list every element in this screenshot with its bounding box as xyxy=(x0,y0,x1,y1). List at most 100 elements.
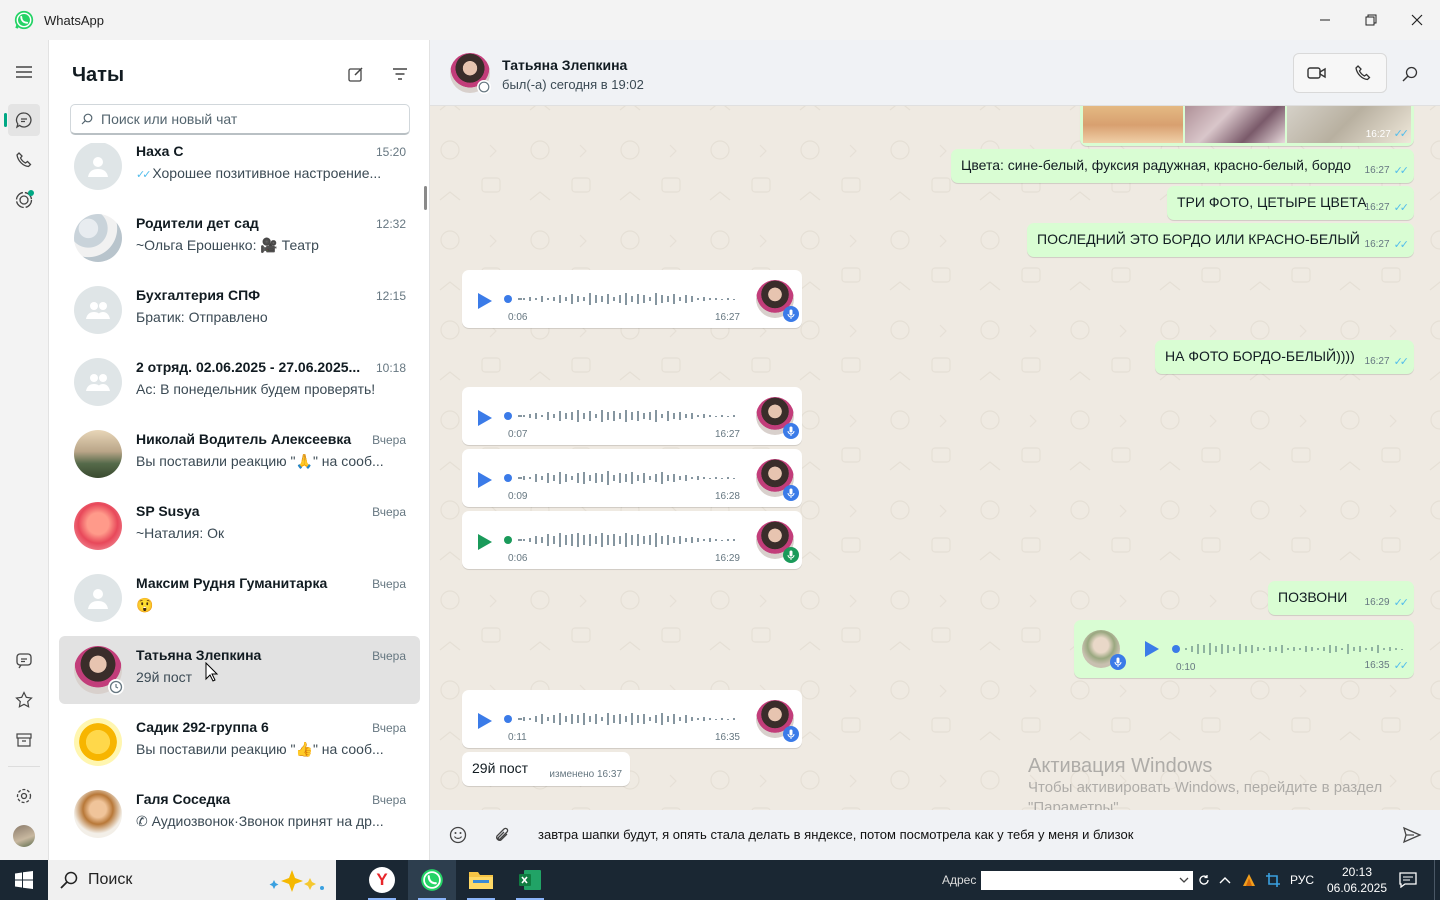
chat-item[interactable]: Родители дет сад 12:32 ~Ольга Ерошенко: … xyxy=(59,204,420,272)
chat-item[interactable]: Галя Соседка Вчера ✆ Аудиозвонок·Звонок … xyxy=(59,780,420,848)
chat-item[interactable]: SP Susya Вчера ~Наталия: Ок xyxy=(59,492,420,560)
chat-time: 15:20 xyxy=(375,145,406,159)
archive-tab[interactable] xyxy=(8,724,40,756)
chat-item[interactable]: Николай Водитель Алексеевка Вчера Вы пос… xyxy=(59,420,420,488)
show-desktop-button[interactable] xyxy=(1434,860,1435,900)
chat-item[interactable]: Бухгалтерия СПФ 12:15 Братик: Отправлено xyxy=(59,276,420,344)
message-out[interactable]: ПОЗВОНИ 16:29 ✓✓ xyxy=(1268,581,1414,615)
chat-time: 10:18 xyxy=(375,361,406,375)
voice-message-in[interactable]: 0:11 16:35 xyxy=(462,690,802,748)
tray-app-button[interactable] xyxy=(1238,860,1260,900)
taskbar-clock[interactable]: 20:13 06.06.2025 xyxy=(1318,864,1396,896)
profile-button[interactable] xyxy=(8,820,40,852)
video-camera-icon xyxy=(1307,67,1326,79)
app-title: WhatsApp xyxy=(44,13,104,28)
refresh-button[interactable] xyxy=(1195,860,1213,900)
message-in[interactable]: 29й пост изменено 16:37 xyxy=(462,752,630,786)
close-button[interactable] xyxy=(1394,0,1440,40)
address-toolbar-input[interactable] xyxy=(981,871,1193,890)
message-time: 16:27 xyxy=(1364,165,1390,176)
status-tab[interactable] xyxy=(8,184,40,216)
play-icon[interactable] xyxy=(476,711,494,731)
waveform[interactable] xyxy=(504,709,744,729)
phone-icon xyxy=(1355,65,1371,81)
tray-overflow-button[interactable] xyxy=(1214,860,1236,900)
filter-button[interactable] xyxy=(388,62,412,86)
taskbar-yandex[interactable]: Y xyxy=(358,860,406,900)
new-chat-button[interactable] xyxy=(344,62,368,86)
chat-time: Вчера xyxy=(372,577,406,591)
message-input[interactable]: завтра шапки будут, я опять стала делать… xyxy=(538,827,1133,842)
voice-message-in[interactable]: 0:09 16:28 xyxy=(462,449,802,507)
voice-call-button[interactable] xyxy=(1340,54,1386,92)
close-icon xyxy=(1411,14,1423,26)
person-placeholder-icon xyxy=(88,157,108,177)
chat-preview-text: Хорошее позитивное настроение... xyxy=(152,165,382,181)
calls-tab[interactable] xyxy=(8,144,40,176)
group-photo-avatar xyxy=(74,214,122,262)
taskbar-whatsapp[interactable] xyxy=(408,860,456,900)
message-out[interactable]: ТРИ ФОТО, ЦЕТЫРЕ ЦВЕТА 16:27 ✓✓ xyxy=(1167,186,1414,220)
call-icon: ✆ xyxy=(136,813,148,829)
chat-name: Николай Водитель Алексеевка xyxy=(136,431,352,447)
message-out[interactable]: Цвета: сине-белый, фуксия радужная, крас… xyxy=(951,149,1414,183)
starred-tab[interactable] xyxy=(8,684,40,716)
chats-tab[interactable] xyxy=(4,104,40,136)
chat-preview: Вы поставили реакцию "🙏" на сооб... xyxy=(136,453,384,469)
send-button[interactable] xyxy=(1400,823,1424,847)
waveform[interactable] xyxy=(504,468,744,488)
message-out[interactable]: НА ФОТО БОРДО-БЕЛЫЙ)))) 16:27 ✓✓ xyxy=(1155,340,1414,374)
read-ticks-icon: ✓✓ xyxy=(1393,356,1410,368)
message-meta: 16:29 ✓✓ xyxy=(1365,596,1410,609)
tray-crop-button[interactable] xyxy=(1262,860,1284,900)
conversation-header: Татьяна Злепкина был(-а) сегодня в 19:02 xyxy=(430,40,1440,106)
chat-item-selected[interactable]: Татьяна Злепкина Вчера 29й пост xyxy=(59,636,420,704)
message-out[interactable]: ПОСЛЕДНИЙ ЭТО БОРДО ИЛИ КРАСНО-БЕЛЫЙ 16:2… xyxy=(1027,223,1414,257)
chat-time: Вчера xyxy=(372,649,406,663)
emoji-button[interactable] xyxy=(446,823,470,847)
waveform[interactable] xyxy=(504,530,744,550)
taskbar-excel[interactable] xyxy=(506,860,554,900)
minimize-button[interactable] xyxy=(1302,0,1348,40)
waveform[interactable] xyxy=(504,289,744,309)
notifications-button[interactable] xyxy=(1394,860,1422,900)
maximize-button[interactable] xyxy=(1348,0,1394,40)
settings-button[interactable] xyxy=(8,780,40,812)
chat-item[interactable]: Садик 292-группа 6 Вчера Вы поставили ре… xyxy=(59,708,420,776)
menu-icon xyxy=(16,66,32,78)
archive-icon xyxy=(16,733,32,747)
whatsapp-icon xyxy=(421,869,443,891)
waveform[interactable] xyxy=(504,406,744,426)
chat-item[interactable]: Наха С 15:20 ✓✓ Хорошее позитивное настр… xyxy=(59,143,420,200)
read-ticks-icon: ✓✓ xyxy=(1393,239,1410,251)
search-box[interactable] xyxy=(70,104,410,135)
attach-button[interactable] xyxy=(490,823,514,847)
voice-message-in-played[interactable]: 0:06 16:29 xyxy=(462,511,802,569)
waveform[interactable] xyxy=(1172,639,1408,659)
language-indicator[interactable]: РУС xyxy=(1287,860,1317,900)
play-icon[interactable] xyxy=(476,532,494,552)
video-call-button[interactable] xyxy=(1294,54,1340,92)
chat-item[interactable]: Максим Рудня Гуманитарка Вчера 😲 xyxy=(59,564,420,632)
read-ticks-icon: ✓✓ xyxy=(1393,202,1410,214)
taskbar-explorer[interactable] xyxy=(457,860,505,900)
mic-icon xyxy=(1110,654,1126,670)
clock-date: 06.06.2025 xyxy=(1326,881,1388,895)
chat-item[interactable]: 2 отряд. 02.06.2025 - 27.06.2025... 10:1… xyxy=(59,348,420,416)
play-icon[interactable] xyxy=(1143,639,1161,659)
voice-message-out[interactable]: 0:10 16:35 ✓✓ xyxy=(1074,620,1414,678)
play-icon[interactable] xyxy=(476,470,494,490)
contact-name[interactable]: Татьяна Злепкина xyxy=(502,57,627,73)
communities-tab[interactable] xyxy=(8,644,40,676)
play-icon[interactable] xyxy=(476,291,494,311)
search-in-chat-button[interactable] xyxy=(1398,62,1422,86)
voice-message-in[interactable]: 0:06 16:27 xyxy=(462,270,802,328)
start-button[interactable] xyxy=(0,860,48,900)
taskbar-search[interactable]: Поиск xyxy=(48,860,336,900)
voice-message-in[interactable]: 0:07 16:27 xyxy=(462,387,802,445)
restore-icon xyxy=(1365,14,1377,26)
play-icon[interactable] xyxy=(476,408,494,428)
search-input[interactable] xyxy=(101,111,381,127)
menu-button[interactable] xyxy=(8,56,40,88)
chat-list-scrollbar[interactable] xyxy=(424,186,427,210)
